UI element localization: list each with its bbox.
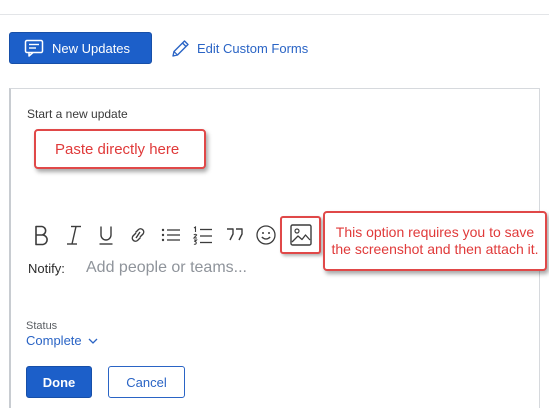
bold-icon: [35, 225, 48, 246]
notify-input[interactable]: [86, 256, 386, 280]
image-icon: [289, 224, 312, 246]
bold-button[interactable]: [28, 222, 54, 248]
notify-label: Notify:: [28, 261, 65, 276]
quote-button[interactable]: [223, 222, 247, 248]
composer-prompt[interactable]: Start a new update: [27, 107, 128, 121]
edit-custom-forms-link[interactable]: Edit Custom Forms: [170, 36, 308, 60]
status-value: Complete: [26, 333, 82, 348]
new-updates-button[interactable]: New Updates: [9, 32, 152, 64]
emoji-icon: [256, 225, 276, 245]
edit-custom-forms-label: Edit Custom Forms: [197, 40, 309, 56]
chevron-down-icon: [88, 337, 98, 345]
italic-icon: [67, 225, 81, 245]
cancel-button[interactable]: Cancel: [108, 366, 185, 398]
bulleted-list-button[interactable]: [158, 222, 184, 248]
link-button[interactable]: [126, 222, 150, 248]
numbered-list-button[interactable]: [191, 222, 215, 248]
pencil-icon: [170, 37, 190, 59]
emoji-button[interactable]: [254, 222, 278, 248]
numbered-list-icon: [192, 225, 212, 245]
chat-lines-icon: [24, 38, 46, 58]
status-dropdown[interactable]: Complete: [26, 333, 98, 348]
italic-button[interactable]: [62, 222, 86, 248]
quote-icon: [227, 228, 243, 241]
done-button[interactable]: Done: [26, 366, 92, 398]
top-divider: [0, 14, 549, 15]
bulleted-list-icon: [161, 228, 180, 242]
link-icon: [131, 228, 145, 242]
underline-button[interactable]: [94, 222, 118, 248]
new-updates-label: New Updates: [52, 40, 131, 56]
underline-icon: [99, 226, 113, 245]
status-label: Status: [26, 320, 58, 332]
image-button[interactable]: [280, 216, 321, 254]
paste-callout: Paste directly here: [34, 129, 206, 169]
update-composer-screen: New Updates Edit Custom Forms Start a ne…: [0, 0, 549, 410]
